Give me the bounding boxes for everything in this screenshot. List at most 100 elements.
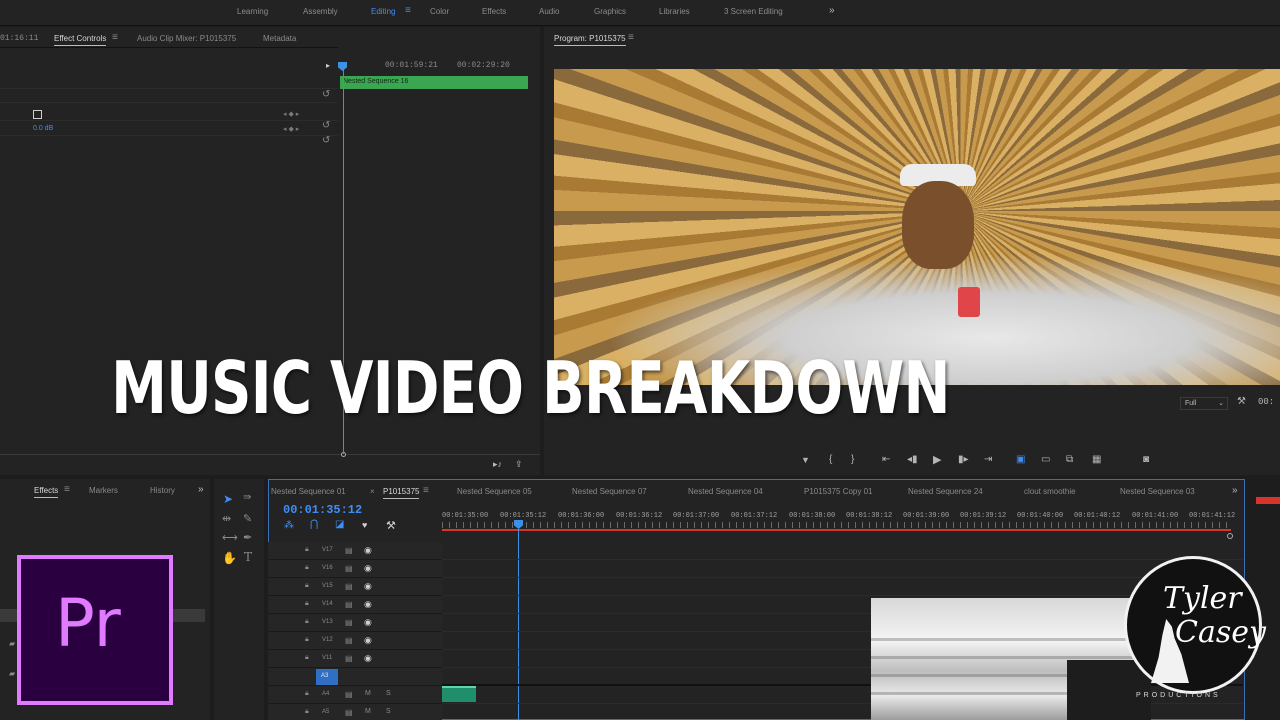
- tab-audio-clip-mixer[interactable]: Audio Clip Mixer: P1015375: [137, 34, 236, 43]
- hand-tool-icon[interactable]: ✋: [222, 551, 237, 565]
- timeline-settings-wrench-icon[interactable]: ⚒: [386, 519, 396, 532]
- tabs-overflow-icon[interactable]: »: [1232, 485, 1238, 496]
- tab-history[interactable]: History: [150, 486, 175, 495]
- eye-icon[interactable]: ◉: [364, 635, 372, 646]
- lift-icon[interactable]: ▣: [1016, 454, 1025, 465]
- solo-button[interactable]: S: [386, 708, 391, 715]
- lock-icon[interactable]: 🔒︎: [305, 654, 309, 662]
- track-header-a3[interactable]: A3: [268, 668, 442, 686]
- panel-overflow-icon[interactable]: »: [198, 484, 204, 495]
- close-icon[interactable]: ×: [370, 487, 375, 496]
- keyframe-nav-icon[interactable]: ◂ ◆ ▸: [283, 110, 299, 118]
- panel-menu-icon[interactable]: ≡: [112, 32, 118, 43]
- tab-program[interactable]: Program: P1015375: [554, 34, 626, 46]
- add-marker-icon[interactable]: ♥: [362, 520, 367, 530]
- panel-menu-icon[interactable]: ≡: [423, 485, 429, 496]
- source-patch-a3[interactable]: A3: [316, 669, 338, 685]
- selection-tool-icon[interactable]: ➤: [223, 492, 233, 506]
- tab-sequence[interactable]: Nested Sequence 01: [271, 487, 346, 496]
- type-tool-icon[interactable]: T: [244, 550, 252, 564]
- play-icon[interactable]: ▶: [933, 453, 941, 466]
- workspace-color[interactable]: Color: [430, 7, 449, 16]
- sync-icon[interactable]: ▤: [345, 708, 353, 717]
- eye-icon[interactable]: ◉: [364, 563, 372, 574]
- track-select-tool-icon[interactable]: ⇛: [243, 492, 251, 503]
- eye-icon[interactable]: ◉: [364, 617, 372, 628]
- export-icon[interactable]: ⇪: [515, 459, 523, 470]
- tab-effect-controls[interactable]: Effect Controls: [54, 34, 107, 46]
- clip-nested-sequence-16[interactable]: Nested Sequence 16: [340, 76, 528, 89]
- play-only-triangle-icon[interactable]: ▸: [326, 61, 330, 70]
- sync-icon[interactable]: ▤: [345, 654, 353, 663]
- lock-icon[interactable]: 🔒︎: [305, 546, 309, 554]
- audio-clip[interactable]: [442, 686, 476, 702]
- track-header-a4[interactable]: 🔒︎ A4 ▤ M S: [268, 686, 442, 704]
- tab-sequence-active[interactable]: P1015375: [383, 487, 420, 499]
- step-back-icon[interactable]: ◂▮: [907, 454, 918, 465]
- filter-icon[interactable]: ▸♪: [493, 459, 502, 470]
- step-forward-icon[interactable]: ▮▸: [958, 454, 969, 465]
- track-header-v13[interactable]: 🔒︎ V13 ▤ ◉: [268, 614, 442, 632]
- razor-tool-icon[interactable]: ✎: [243, 512, 252, 525]
- track-header-v12[interactable]: 🔒︎ V12 ▤ ◉: [268, 632, 442, 650]
- linked-selection-icon[interactable]: ◪: [335, 519, 344, 530]
- folder-icon[interactable]: ▰: [9, 669, 15, 678]
- tab-effects[interactable]: Effects: [34, 486, 59, 498]
- tab-sequence[interactable]: Nested Sequence 24: [908, 487, 983, 496]
- track-lane[interactable]: [442, 560, 1243, 578]
- lock-icon[interactable]: 🔒︎: [305, 618, 309, 626]
- track-header-v11[interactable]: 🔒︎ V11 ▤ ◉: [268, 650, 442, 668]
- workspace-libraries[interactable]: Libraries: [659, 7, 690, 16]
- workspace-assembly[interactable]: Assembly: [303, 7, 338, 16]
- bypass-checkbox[interactable]: [33, 110, 42, 119]
- sync-icon[interactable]: ▤: [345, 582, 353, 591]
- tab-metadata[interactable]: Metadata: [263, 34, 296, 43]
- reset-icon[interactable]: ↺: [322, 120, 330, 131]
- tab-sequence[interactable]: clout smoothie: [1024, 487, 1076, 496]
- track-lane[interactable]: [442, 578, 1243, 596]
- folder-icon[interactable]: ▰: [9, 639, 15, 648]
- eye-icon[interactable]: ◉: [364, 581, 372, 592]
- eye-icon[interactable]: ◉: [364, 545, 372, 556]
- timeline-timecode[interactable]: 00:01:35:12: [283, 503, 362, 517]
- tab-sequence[interactable]: P1015375 Copy 01: [804, 487, 873, 496]
- zoom-handle[interactable]: [1227, 533, 1233, 539]
- track-header-v16[interactable]: 🔒︎ V16 ▤ ◉: [268, 560, 442, 578]
- overwrite-icon[interactable]: ▦: [1092, 454, 1101, 465]
- pen-tool-icon[interactable]: ✒: [243, 531, 252, 544]
- sync-icon[interactable]: ▤: [345, 546, 353, 555]
- tab-sequence[interactable]: Nested Sequence 04: [688, 487, 763, 496]
- track-header-a5[interactable]: 🔒︎ A5 ▤ M S: [268, 704, 442, 720]
- lock-icon[interactable]: 🔒︎: [305, 582, 309, 590]
- reset-icon[interactable]: ↺: [322, 135, 330, 146]
- workspace-audio[interactable]: Audio: [539, 7, 559, 16]
- go-to-out-icon[interactable]: ⇥: [984, 454, 992, 465]
- add-marker-icon[interactable]: ▼: [801, 455, 810, 465]
- go-to-in-icon[interactable]: ⇤: [882, 454, 890, 465]
- slip-tool-icon[interactable]: ⟷: [222, 531, 238, 544]
- workspace-3-screen-editing[interactable]: 3 Screen Editing: [724, 7, 783, 16]
- work-area-bar[interactable]: [442, 529, 1231, 531]
- eye-icon[interactable]: ◉: [364, 653, 372, 664]
- tab-sequence[interactable]: Nested Sequence 05: [457, 487, 532, 496]
- sync-icon[interactable]: ▤: [345, 618, 353, 627]
- tab-sequence[interactable]: Nested Sequence 07: [572, 487, 647, 496]
- playback-resolution-select[interactable]: Full ⌄: [1180, 397, 1228, 410]
- level-value[interactable]: 0.0 dB: [33, 125, 53, 132]
- lock-icon[interactable]: 🔒︎: [305, 708, 309, 716]
- nest-icon[interactable]: ⁂: [284, 520, 294, 531]
- sync-icon[interactable]: ▤: [345, 600, 353, 609]
- lock-icon[interactable]: 🔒︎: [305, 690, 309, 698]
- sync-icon[interactable]: ▤: [345, 636, 353, 645]
- reset-icon[interactable]: ↺: [322, 89, 330, 100]
- panel-menu-icon[interactable]: ≡: [64, 484, 70, 495]
- workspace-effects[interactable]: Effects: [482, 7, 506, 16]
- lock-icon[interactable]: 🔒︎: [305, 564, 309, 572]
- tab-sequence[interactable]: Nested Sequence 03: [1120, 487, 1195, 496]
- mute-button[interactable]: M: [365, 708, 371, 715]
- mute-button[interactable]: M: [365, 690, 371, 697]
- ripple-edit-tool-icon[interactable]: ⇹: [222, 512, 231, 525]
- lock-icon[interactable]: 🔒︎: [305, 636, 309, 644]
- solo-button[interactable]: S: [386, 690, 391, 697]
- extract-icon[interactable]: ▭: [1041, 454, 1050, 465]
